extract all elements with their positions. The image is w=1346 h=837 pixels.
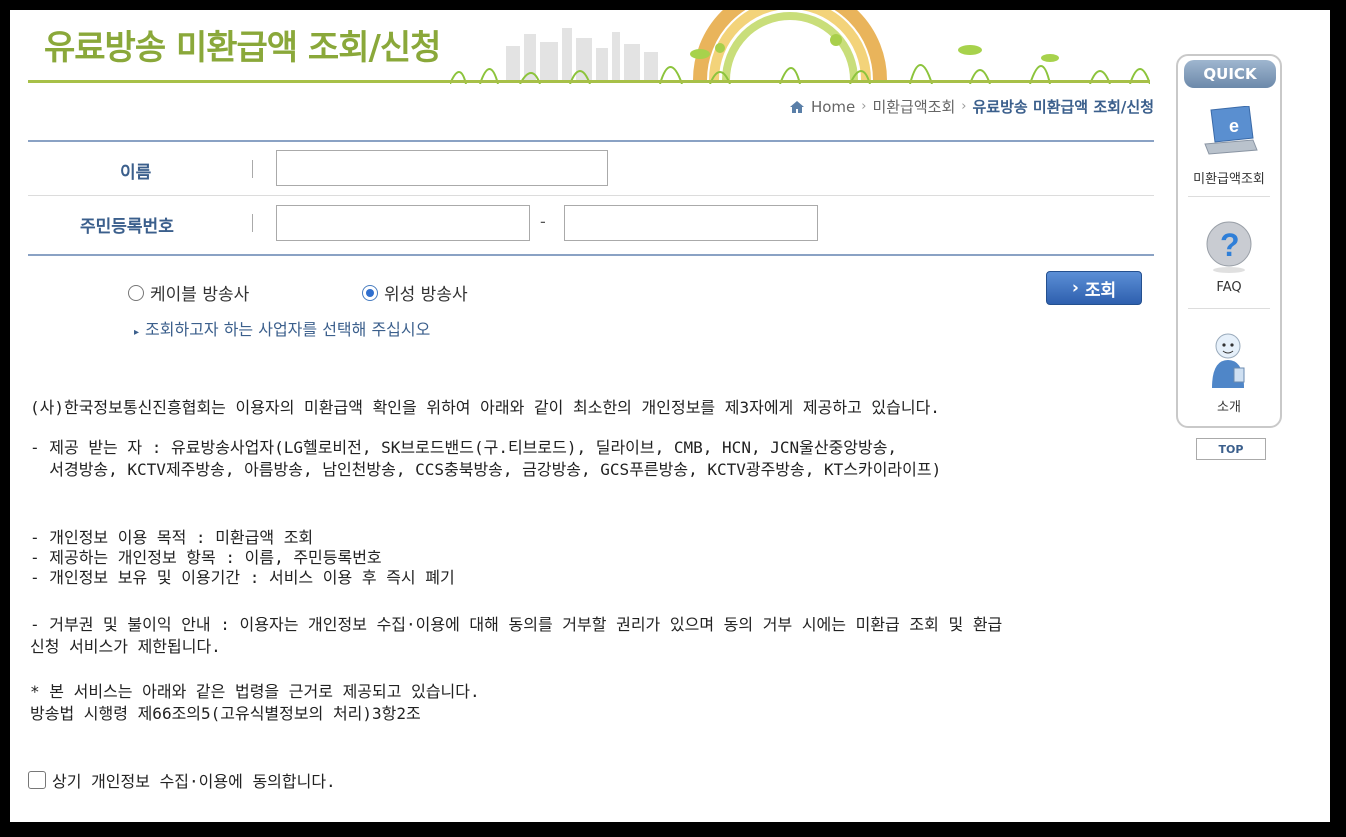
svg-text:e: e	[1229, 116, 1239, 136]
satellite-label: 위성 방송사	[384, 285, 468, 305]
rrn-dash: -	[540, 212, 546, 231]
chevron-right-icon: ›	[861, 99, 867, 114]
header-banner: 유료방송 미환급액 조회/신청	[10, 10, 1150, 84]
name-input[interactable]	[276, 150, 608, 186]
top-button[interactable]: TOP	[1196, 438, 1266, 460]
page-frame: 유료방송 미환급액 조회/신청 Home › 미환급액조회 › 유료방송 미환급…	[10, 10, 1330, 822]
quick-item-about[interactable]: 소개	[1178, 330, 1280, 415]
label-divider	[252, 214, 253, 232]
laptop-icon: e	[1204, 106, 1258, 155]
breadcrumb-level1[interactable]: 미환급액조회	[872, 96, 955, 117]
rrn-first-input[interactable]	[276, 205, 530, 241]
notice-recipients-1: - 제공 받는 자 : 유료방송사업자(LG헬로비전, SK브로드밴드(구.티브…	[30, 438, 898, 457]
home-icon	[789, 100, 804, 113]
quick-panel: QUICK e 미환급액조회 ? FAQ 소개	[1176, 54, 1282, 428]
breadcrumb-home[interactable]: Home	[811, 98, 855, 116]
chevron-right-icon: ›	[961, 99, 967, 114]
rrn-second-input[interactable]	[564, 205, 818, 241]
notice-refusal-1: - 거부권 및 불이익 안내 : 이용자는 개인정보 수집·이용에 대해 동의를…	[30, 615, 1003, 634]
quick-item-refund[interactable]: e 미환급액조회	[1178, 106, 1280, 187]
notice-period: - 개인정보 보유 및 이용기간 : 서비스 이용 후 즉시 폐기	[30, 568, 455, 587]
search-button[interactable]: › 조회	[1046, 271, 1142, 305]
label-divider	[252, 160, 253, 178]
search-button-label: 조회	[1084, 280, 1117, 301]
notice-items: - 제공하는 개인정보 항목 : 이름, 주민등록번호	[30, 548, 382, 567]
form-bottom-border	[28, 254, 1154, 256]
cable-radio[interactable]	[128, 284, 144, 301]
question-icon: ?	[1206, 221, 1252, 273]
notice-recipients-2: 서경방송, KCTV제주방송, 아름방송, 남인천방송, CCS충북방송, 금강…	[30, 460, 942, 479]
svg-text:?: ?	[1220, 227, 1240, 263]
satellite-option[interactable]: 위성 방송사	[362, 280, 468, 305]
cable-option[interactable]: 케이블 방송사	[128, 280, 249, 305]
notice-law-1: * 본 서비스는 아래와 같은 법령을 근거로 제공되고 있습니다.	[30, 682, 480, 701]
quick-divider	[1188, 308, 1270, 309]
grass-illustration	[450, 45, 1150, 84]
page-title: 유료방송 미환급액 조회/신청	[44, 28, 441, 68]
name-label: 이름	[120, 163, 152, 183]
notice-law-2: 방송법 시행령 제66조의5(고유식별정보의 처리)3항2조	[30, 704, 421, 723]
satellite-radio[interactable]	[362, 284, 378, 301]
notice-refusal-2: 신청 서비스가 제한됩니다.	[30, 637, 221, 656]
select-hint: ▸ 조회하고자 하는 사업자를 선택해 주십시오	[134, 320, 431, 339]
quick-divider	[1188, 196, 1270, 197]
quick-item-faq[interactable]: ? FAQ	[1178, 218, 1280, 295]
form-row-divider	[28, 195, 1154, 196]
breadcrumb-current: 유료방송 미환급액 조회/신청	[972, 98, 1154, 116]
agree-label: 상기 개인정보 수집·이용에 동의합니다.	[52, 772, 336, 791]
breadcrumb: Home › 미환급액조회 › 유료방송 미환급액 조회/신청	[789, 96, 1154, 117]
agree-checkbox[interactable]	[28, 771, 46, 789]
notice-purpose: - 개인정보 이용 목적 : 미환급액 조회	[30, 528, 314, 547]
cable-label: 케이블 방송사	[150, 285, 250, 305]
triangle-right-icon: ▸	[134, 327, 140, 338]
title-underline	[28, 80, 1150, 83]
chevron-right-icon: ›	[1071, 278, 1079, 298]
person-icon	[1212, 333, 1245, 388]
quick-title: QUICK	[1184, 60, 1276, 88]
form-top-border	[28, 140, 1154, 142]
rrn-label: 주민등록번호	[80, 217, 174, 237]
agree-option[interactable]: 상기 개인정보 수집·이용에 동의합니다.	[28, 768, 336, 792]
notice-intro: (사)한국정보통신진흥협회는 이용자의 미환급액 확인을 위하여 아래와 같이 …	[30, 398, 940, 417]
